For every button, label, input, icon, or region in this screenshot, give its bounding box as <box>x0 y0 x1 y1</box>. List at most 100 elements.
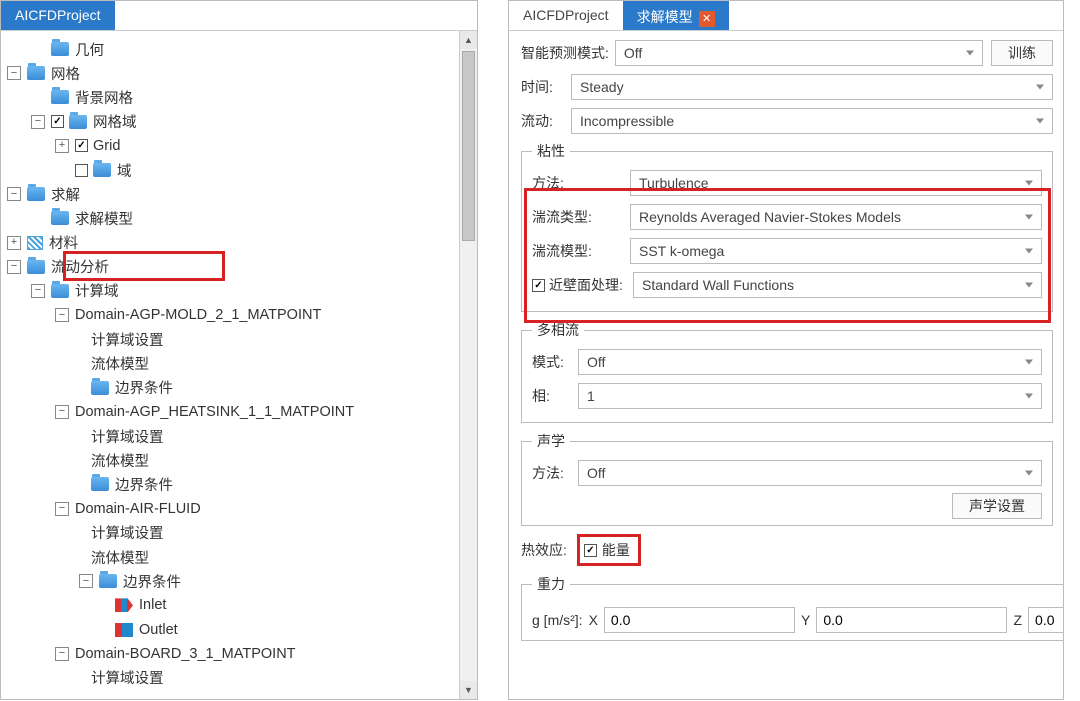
checkbox-icon[interactable] <box>75 139 88 152</box>
tree-node-inlet[interactable]: Inlet <box>7 593 477 617</box>
collapse-icon[interactable]: − <box>55 647 69 661</box>
folder-icon <box>51 90 69 104</box>
viscous-legend: 粘性 <box>532 141 570 161</box>
folder-icon <box>91 477 109 491</box>
ac-method-select[interactable]: Off <box>578 460 1042 486</box>
tree-node-solvemodel[interactable]: 求解模型 <box>7 206 477 230</box>
tree-node-calcdomain[interactable]: −计算域 <box>7 279 477 303</box>
acoustics-group: 声学 方法:Off 声学设置 <box>521 431 1053 526</box>
tree-node-outlet[interactable]: Outlet <box>7 618 477 642</box>
expand-icon[interactable]: + <box>55 139 69 153</box>
tree-node-geometry[interactable]: 几何 <box>7 37 477 61</box>
collapse-icon[interactable]: − <box>55 405 69 419</box>
gy-input[interactable] <box>816 607 1007 633</box>
tree-node-domain-sub[interactable]: 域 <box>7 158 477 182</box>
thermal-row: 热效应: 能量 <box>521 534 1053 566</box>
predict-mode-select[interactable]: Off <box>615 40 983 66</box>
collapse-icon[interactable]: − <box>31 115 45 129</box>
time-row: 时间: Steady <box>521 73 1053 101</box>
turb-model-label: 湍流模型: <box>532 241 624 261</box>
right-tab-bar: AICFDProject 求解模型✕ <box>509 1 1063 31</box>
gravity-group: 重力 g [m/s²]: X Y Z <box>521 574 1063 641</box>
tree-node-d2-bc[interactable]: 边界条件 <box>7 472 477 496</box>
inlet-icon <box>115 598 133 612</box>
multiphase-group: 多相流 模式:Off 相:1 <box>521 320 1053 423</box>
project-tree: 几何 −网格 背景网格 −网格域 +Grid 域 −求解 求解模型 +材料 −流… <box>1 31 477 690</box>
tree-node-d4[interactable]: −Domain-BOARD_3_1_MATPOINT <box>7 642 477 666</box>
tree-node-bgmesh[interactable]: 背景网格 <box>7 85 477 109</box>
close-icon[interactable]: ✕ <box>699 11 715 27</box>
tree-node-mesh[interactable]: −网格 <box>7 61 477 85</box>
tab-aicfdproject[interactable]: AICFDProject <box>1 1 115 30</box>
train-button[interactable]: 训练 <box>991 40 1053 66</box>
vertical-scrollbar[interactable]: ▲ ▼ <box>459 31 477 699</box>
folder-icon <box>69 115 87 129</box>
tree-scroll: 几何 −网格 背景网格 −网格域 +Grid 域 −求解 求解模型 +材料 −流… <box>1 31 477 699</box>
gz-input[interactable] <box>1028 607 1063 633</box>
collapse-icon[interactable]: − <box>7 187 21 201</box>
collapse-icon[interactable]: − <box>7 260 21 274</box>
turb-model-select[interactable]: SST k-omega <box>630 238 1042 264</box>
tree-node-d4-calcset[interactable]: 计算域设置 <box>7 666 477 690</box>
tab-solvemodel[interactable]: 求解模型✕ <box>623 1 729 30</box>
acoustics-settings-button[interactable]: 声学设置 <box>952 493 1042 519</box>
wall-select[interactable]: Standard Wall Functions <box>633 272 1042 298</box>
tree-node-d1-calcset[interactable]: 计算域设置 <box>7 327 477 351</box>
folder-icon <box>27 187 45 201</box>
g-label: g [m/s²]: <box>532 612 583 628</box>
tree-node-d1[interactable]: −Domain-AGP-MOLD_2_1_MATPOINT <box>7 303 477 327</box>
tree-node-d3[interactable]: −Domain-AIR-FLUID <box>7 497 477 521</box>
tree-node-d3-calcset[interactable]: 计算域设置 <box>7 521 477 545</box>
gx-input[interactable] <box>604 607 795 633</box>
mp-mode-select[interactable]: Off <box>578 349 1042 375</box>
tree-node-grid[interactable]: +Grid <box>7 134 477 158</box>
folder-icon <box>27 260 45 274</box>
collapse-icon[interactable]: − <box>31 284 45 298</box>
tree-node-materials[interactable]: +材料 <box>7 231 477 255</box>
predict-mode-row: 智能预测模式: Off 训练 <box>521 39 1053 67</box>
scroll-thumb[interactable] <box>462 51 475 241</box>
wall-checkbox[interactable] <box>532 279 545 292</box>
collapse-icon[interactable]: − <box>55 308 69 322</box>
tree-node-solve[interactable]: −求解 <box>7 182 477 206</box>
project-tree-panel: AICFDProject 几何 −网格 背景网格 −网格域 +Grid 域 −求… <box>0 0 478 700</box>
phase-select[interactable]: 1 <box>578 383 1042 409</box>
folder-icon <box>27 66 45 80</box>
tree-node-meshdomain[interactable]: −网格域 <box>7 110 477 134</box>
method-label: 方法: <box>532 173 624 193</box>
tree-node-d2-calcset[interactable]: 计算域设置 <box>7 424 477 448</box>
collapse-icon[interactable]: − <box>7 66 21 80</box>
tree-node-d3-fluid[interactable]: 流体模型 <box>7 545 477 569</box>
tree-node-d2[interactable]: −Domain-AGP_HEATSINK_1_1_MATPOINT <box>7 400 477 424</box>
multiphase-legend: 多相流 <box>532 320 584 340</box>
tree-node-d1-fluid[interactable]: 流体模型 <box>7 351 477 375</box>
viscous-group: 粘性 方法: Turbulence 湍流类型: Reynolds Averaged … <box>521 141 1053 312</box>
predict-mode-label: 智能预测模式: <box>521 43 609 63</box>
scroll-up-arrow[interactable]: ▲ <box>460 31 477 49</box>
folder-icon <box>91 381 109 395</box>
gx-label: X <box>589 612 598 628</box>
turb-type-label: 湍流类型: <box>532 207 624 227</box>
scroll-down-arrow[interactable]: ▼ <box>460 681 477 699</box>
checkbox-icon[interactable] <box>51 115 64 128</box>
checkbox-icon[interactable] <box>75 164 88 177</box>
turb-type-select[interactable]: Reynolds Averaged Navier-Stokes Models <box>630 204 1042 230</box>
collapse-icon[interactable]: − <box>79 574 93 588</box>
collapse-icon[interactable]: − <box>55 502 69 516</box>
tab-aicfdproject-right[interactable]: AICFDProject <box>509 1 623 30</box>
tree-node-d1-bc[interactable]: 边界条件 <box>7 376 477 400</box>
time-select[interactable]: Steady <box>571 74 1053 100</box>
folder-icon <box>51 284 69 298</box>
gz-label: Z <box>1013 612 1022 628</box>
ac-method-label: 方法: <box>532 463 572 483</box>
tree-node-d3-bc[interactable]: −边界条件 <box>7 569 477 593</box>
time-label: 时间: <box>521 77 565 97</box>
method-select[interactable]: Turbulence <box>630 170 1042 196</box>
energy-checkbox[interactable] <box>584 544 597 557</box>
tree-node-d2-fluid[interactable]: 流体模型 <box>7 448 477 472</box>
tree-node-flowanalysis[interactable]: −流动分析 <box>7 255 477 279</box>
expand-icon[interactable]: + <box>7 236 21 250</box>
form-body: 智能预测模式: Off 训练 时间: Steady 流动: Incompress… <box>509 31 1063 699</box>
gravity-legend: 重力 <box>532 574 570 594</box>
flow-select[interactable]: Incompressible <box>571 108 1053 134</box>
